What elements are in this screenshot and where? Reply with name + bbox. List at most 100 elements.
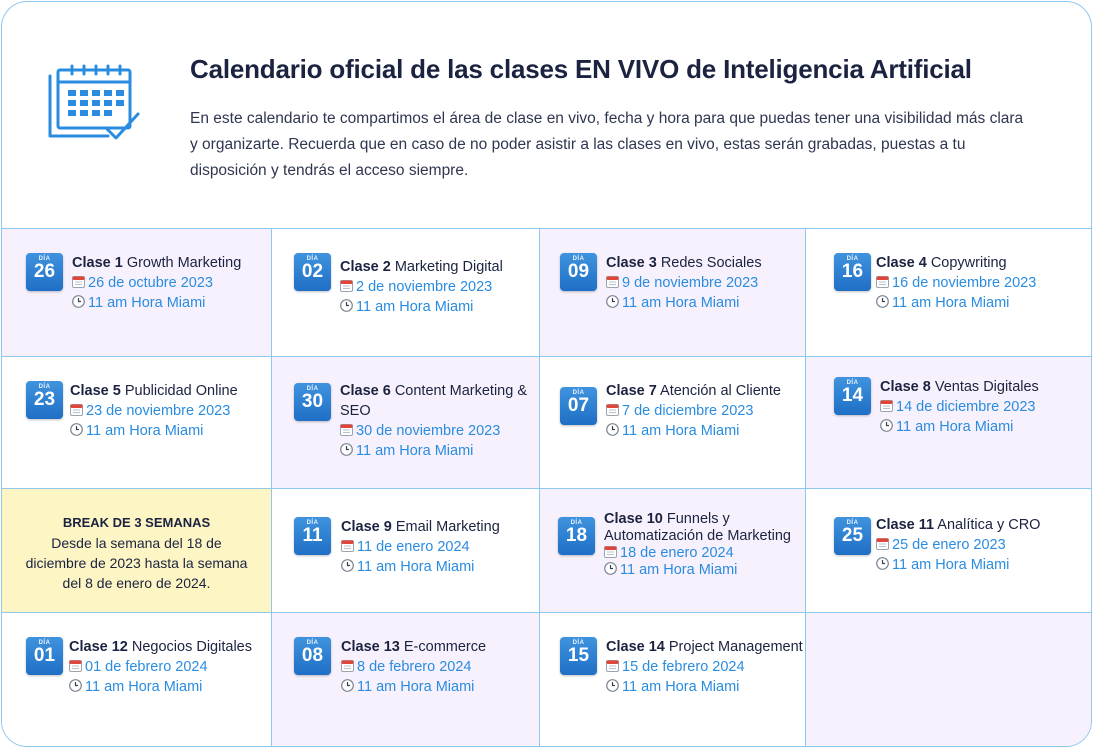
day-number: 23 [33,389,56,410]
class-title: Clase 9 Email Marketing [341,517,541,537]
class-number: Clase 2 [340,259,391,275]
day-number: 11 [302,525,323,546]
day-label: DÍA [38,640,51,646]
class-date: 8 de febrero 2024 [341,657,541,677]
class-time: 11 am Hora Miami [606,293,806,313]
calendar-emoji-icon [69,660,82,672]
class-title: Clase 5 Publicidad Online [70,381,270,401]
class-cell: DÍA 16 Clase 4 Copywriting 16 de noviembre … [806,228,1091,356]
calendar-emoji-icon [876,276,889,288]
class-name: Redes Sociales [660,255,762,271]
class-info: Clase 9 Email Marketing 11 de enero 2024 1… [341,517,541,577]
class-time: 11 am Hora Miami [876,555,1076,575]
clock-icon [341,559,354,572]
clock-icon [604,562,617,575]
class-cell: DÍA 01 Clase 12 Negocios Digitales 01 de fe… [2,612,272,746]
class-date-text: 9 de noviembre 2023 [622,275,759,291]
class-time: 11 am Hora Miami [340,441,540,461]
clock-icon [606,295,619,308]
class-date: 9 de noviembre 2023 [606,273,806,293]
day-badge: DÍA 01 [26,637,63,675]
class-cell: DÍA 25 Clase 11 Analítica y CRO 25 de enero… [806,488,1091,612]
class-time-text: 11 am Hora Miami [892,295,1010,311]
day-label: DÍA [846,380,859,386]
class-date-text: 2 de noviembre 2023 [356,279,493,295]
class-date-text: 8 de febrero 2024 [357,659,472,675]
day-number: 09 [567,261,590,282]
calendar-card: Calendario oficial de las clases EN VIVO… [1,1,1092,747]
day-badge: DÍA 08 [294,637,331,675]
page-description: En este calendario te compartimos el áre… [190,110,1024,179]
class-name: Negocios Digitales [131,639,252,655]
day-badge: DÍA 16 [834,253,871,291]
class-cell: DÍA 26 Clase 1 Growth Marketing 26 de octub… [2,228,272,356]
class-date: 23 de noviembre 2023 [70,401,270,421]
day-badge: DÍA 18 [558,517,595,555]
class-date: 01 de febrero 2024 [69,657,269,677]
class-number: Clase 7 [606,383,657,399]
calendar-emoji-icon [876,538,889,550]
clock-icon [606,679,619,692]
class-title: Clase 6 Content Marketing & SEO [340,381,540,421]
day-label: DÍA [306,386,319,392]
class-title: Clase 14 Project Management [606,637,806,657]
day-badge: DÍA 14 [834,377,871,415]
class-time-text: 11 am Hora Miami [357,559,475,575]
class-time-text: 11 am Hora Miami [357,679,475,695]
calendar-emoji-icon [604,546,617,558]
day-label: DÍA [846,520,859,526]
class-time-text: 11 am Hora Miami [622,423,740,439]
class-number: Clase 11 [876,517,935,533]
header: Calendario oficial de las clases EN VIVO… [2,2,1091,228]
class-date-text: 26 de octubre 2023 [88,275,213,291]
class-date-text: 7 de diciembre 2023 [622,403,754,419]
day-number: 16 [841,261,864,282]
class-time-text: 11 am Hora Miami [622,295,740,311]
class-info: Clase 4 Copywriting 16 de noviembre 2023 1… [876,253,1076,313]
class-date: 26 de octubre 2023 [72,273,272,293]
class-title: Clase 3 Redes Sociales [606,253,806,273]
class-date: 2 de noviembre 2023 [340,277,540,297]
class-date: 30 de noviembre 2023 [340,421,540,441]
class-time-text: 11 am Hora Miami [85,679,203,695]
class-date-text: 01 de febrero 2024 [85,659,208,675]
clock-icon [69,679,82,692]
class-name: Project Management [668,639,803,655]
class-time-text: 11 am Hora Miami [356,299,474,315]
class-time-text: 11 am Hora Miami [892,557,1010,573]
class-number: Clase 10 [604,511,663,527]
class-name: Growth Marketing [126,255,242,271]
class-info: Clase 14 Project Management 15 de febrero… [606,637,806,697]
class-date: 11 de enero 2024 [341,537,541,557]
break-heading: BREAK DE 3 SEMANAS [62,515,211,530]
class-title: Clase 2 Marketing Digital [340,257,540,277]
class-time: 11 am Hora Miami [340,297,540,317]
empty-cell [806,612,1091,746]
class-time-text: 11 am Hora Miami [620,562,738,578]
class-info: Clase 5 Publicidad Online 23 de noviembre… [70,381,270,441]
class-info: Clase 10 Funnels y Automatización de Mar… [604,511,794,579]
calendar-icon [48,64,140,140]
calendar-emoji-icon [70,404,83,416]
calendar-emoji-icon [606,276,619,288]
class-info: Clase 3 Redes Sociales 9 de noviembre 202… [606,253,806,313]
class-title: Clase 12 Negocios Digitales [69,637,269,657]
clock-icon [880,419,893,432]
class-time-text: 11 am Hora Miami [622,679,740,695]
day-badge: DÍA 09 [560,253,597,291]
class-date: 7 de diciembre 2023 [606,401,806,421]
class-time: 11 am Hora Miami [606,677,806,697]
class-cell: DÍA 14 Clase 8 Ventas Digitales 14 de dicie… [806,356,1091,488]
day-number: 02 [301,261,324,282]
class-time: 11 am Hora Miami [70,421,270,441]
calendar-emoji-icon [606,404,619,416]
class-info: Clase 11 Analítica y CRO 25 de enero 2023… [876,515,1076,575]
class-time: 11 am Hora Miami [341,677,541,697]
class-date: 15 de febrero 2024 [606,657,806,677]
day-label: DÍA [38,256,51,262]
class-date-text: 18 de enero 2024 [620,545,734,561]
class-name: Marketing Digital [394,259,503,275]
page-title: Calendario oficial de las clases EN VIVO… [190,54,972,84]
class-info: Clase 8 Ventas Digitales 14 de diciembre … [880,377,1080,437]
class-number: Clase 8 [880,379,931,395]
